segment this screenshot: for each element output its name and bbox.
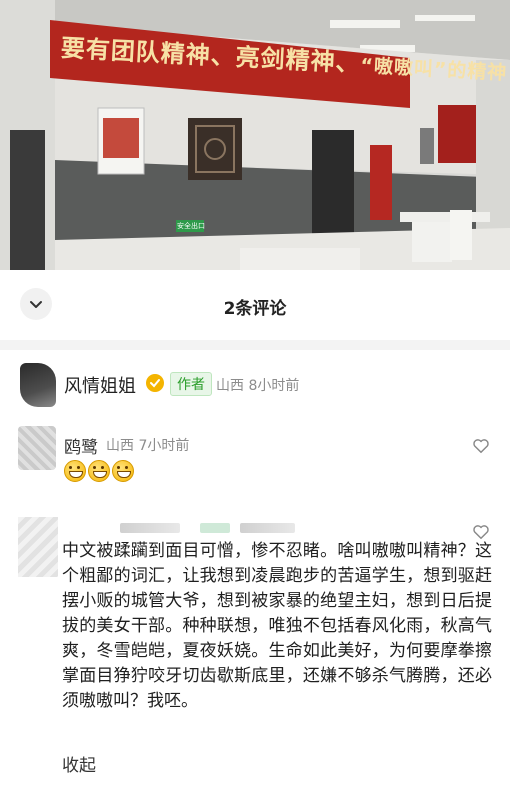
like-heart-icon[interactable] [472, 437, 490, 455]
redacted-meta [240, 523, 295, 533]
section-divider [0, 340, 510, 350]
author-time: 8小时前 [248, 378, 300, 394]
comment-time: 7小时前 [138, 438, 190, 454]
comment-meta: 山西 7小时前 [106, 435, 189, 455]
author-name[interactable]: 风情姐姐 [64, 372, 136, 398]
comments-header: 2条评论 [0, 270, 510, 340]
check-icon [150, 379, 160, 388]
author-location: 山西 [216, 378, 244, 394]
redacted-name [120, 523, 180, 533]
collapse-text-link[interactable]: 收起 [62, 751, 96, 776]
author-meta: 山西 8小时前 [216, 375, 299, 395]
comment-count-title: 2条评论 [223, 299, 287, 319]
comment-location: 山西 [106, 438, 134, 454]
post-photo[interactable]: 要有团队精神、亮剑精神、“嗷嗷叫”的精神 安全出口 [0, 0, 510, 270]
grin-emoji-icon [88, 460, 110, 482]
author-avatar[interactable] [20, 363, 56, 407]
grin-emoji-icon [112, 460, 134, 482]
commenter-avatar[interactable] [18, 426, 56, 470]
comment-item[interactable]: 中文被蹂躏到面目可憎，惨不忍睹。啥叫嗷嗷叫精神？这个粗鄙的词汇，让我想到凌晨跑步… [0, 505, 510, 800]
comment-item[interactable]: 鸥鹭 山西 7小时前 [0, 420, 510, 495]
exit-sign-label: 安全出口 [177, 222, 205, 230]
grin-emoji-icon [64, 460, 86, 482]
emoji-row [64, 460, 134, 482]
author-tag-badge: 作者 [170, 372, 212, 396]
commenter-name[interactable]: 鸥鹭 [64, 433, 98, 458]
author-row[interactable]: 风情姐姐 作者 山西 8小时前 [0, 355, 510, 415]
redacted-badge [200, 523, 230, 533]
verified-badge-icon [146, 374, 164, 392]
comment-body-text: 中文被蹂躏到面目可憎，惨不忍睹。啥叫嗷嗷叫精神？这个粗鄙的词汇，让我想到凌晨跑步… [62, 541, 492, 711]
commenter-avatar-blurred[interactable] [18, 517, 58, 577]
